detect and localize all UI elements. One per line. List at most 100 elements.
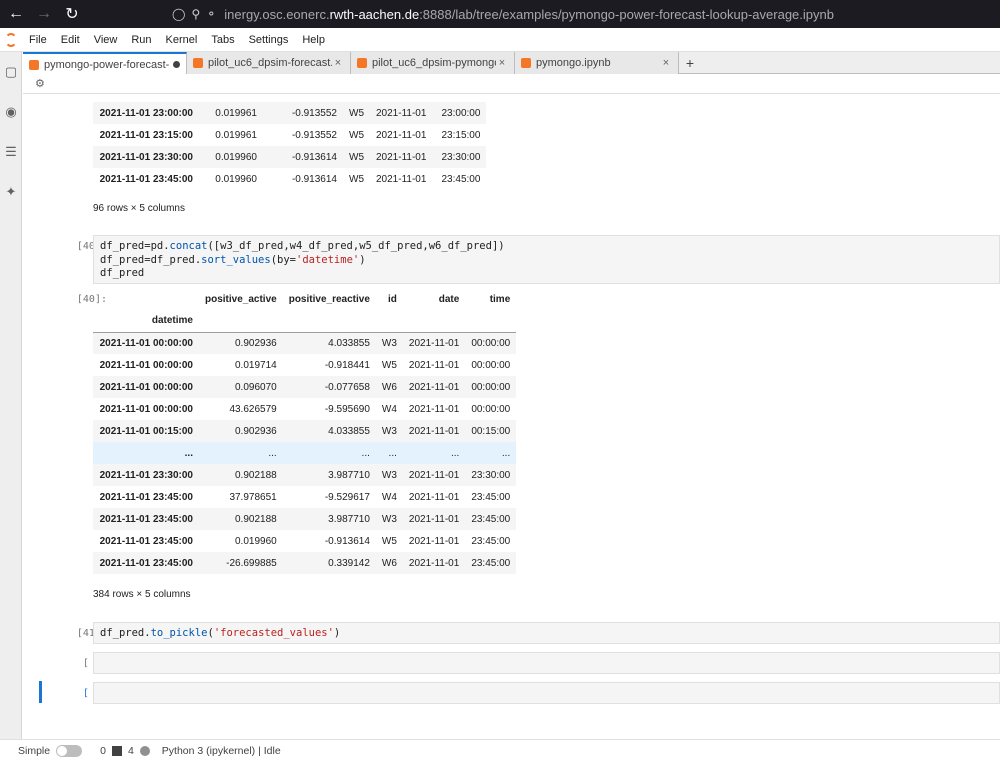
tab-pymongo-power-forecast[interactable]: pymongo-power-forecast-lc bbox=[23, 52, 187, 75]
menu-edit[interactable]: Edit bbox=[54, 28, 87, 52]
menu-bar: File Edit View Run Kernel Tabs Settings … bbox=[0, 28, 1000, 52]
table-cell: -9.595690 bbox=[324, 403, 370, 415]
table-cell: 0.902188 bbox=[235, 513, 277, 525]
menu-file[interactable]: File bbox=[22, 28, 54, 52]
tab-pilot-uc6-dpsim-pymongo[interactable]: pilot_uc6_dpsim-pymongo.i × bbox=[351, 52, 515, 74]
kernel-status[interactable]: Python 3 (ipykernel) | Idle bbox=[162, 745, 281, 757]
forward-arrow-icon[interactable]: → bbox=[32, 2, 56, 26]
menu-tabs[interactable]: Tabs bbox=[204, 28, 241, 52]
folder-icon[interactable]: ▢ bbox=[0, 52, 22, 92]
table-cell: 00:00:00 bbox=[471, 359, 511, 371]
table-cell: 23:45:00 bbox=[471, 491, 511, 503]
table-cell: W5 bbox=[349, 151, 364, 163]
reload-icon[interactable]: ↻ bbox=[60, 2, 84, 26]
column-header: date bbox=[438, 293, 460, 305]
extension-icon[interactable]: ✦ bbox=[0, 172, 22, 212]
table-cell: -0.077658 bbox=[324, 381, 370, 393]
row-index: 2021-11-01 00:00:00 bbox=[99, 381, 193, 393]
table-cell: 2021-11-01 bbox=[376, 107, 427, 119]
lock-icon: ⚲ bbox=[191, 7, 201, 21]
close-icon[interactable]: × bbox=[660, 57, 672, 69]
row-index: 2021-11-01 23:45:00 bbox=[99, 557, 193, 569]
close-icon[interactable]: × bbox=[332, 57, 344, 69]
table-row: 2021-11-01 23:45:00 0.019960 -0.913614 W5 20… bbox=[93, 530, 516, 552]
url-host: rwth-aachen.de bbox=[329, 6, 420, 22]
back-arrow-icon[interactable]: ← bbox=[4, 2, 28, 26]
tab-pilot-uc6-dpsim-forecast[interactable]: pilot_uc6_dpsim-forecast.ip × bbox=[187, 52, 351, 74]
code-cell-40[interactable]: df_pred=pd.concat([w3_df_pred,w4_df_pred… bbox=[93, 235, 1000, 284]
column-header: positive_active bbox=[205, 293, 277, 305]
table-cell: ... bbox=[501, 447, 511, 459]
row-index: 2021-11-01 23:45:00 bbox=[99, 513, 193, 525]
column-header: id bbox=[388, 293, 397, 305]
table-cell: 23:15:00 bbox=[441, 129, 481, 141]
add-tab-icon[interactable]: + bbox=[679, 52, 701, 73]
code-line: df_pred bbox=[100, 267, 145, 279]
empty-code-cell[interactable] bbox=[93, 652, 1000, 674]
row-index: 2021-11-01 23:30:00 bbox=[99, 469, 193, 481]
code-line: df_pred=df_pred.sort_values(by='datetime… bbox=[100, 253, 366, 266]
notebook-panel: 2021-11-01 23:00:00 0.019961 -0.913552 W5 20… bbox=[23, 95, 1000, 739]
tab-label: pilot_uc6_dpsim-pymongo.i bbox=[372, 57, 496, 69]
terminal-icon bbox=[111, 746, 122, 756]
table-cell: W6 bbox=[381, 381, 397, 393]
table-cell: 23:30:00 bbox=[471, 469, 511, 481]
url-suffix: :8888/lab/tree/examples/pymongo-power-fo… bbox=[419, 6, 834, 22]
table-row: 2021-11-01 23:30:00 0.019960 -0.913614 W5 20… bbox=[93, 146, 487, 168]
table-cell: 0.902188 bbox=[235, 469, 277, 481]
table-cell: 00:15:00 bbox=[471, 425, 511, 437]
table-cell: 2021-11-01 bbox=[408, 403, 460, 415]
table-cell: 00:00:00 bbox=[471, 337, 511, 349]
table-cell: 4.033855 bbox=[328, 425, 370, 437]
table-cell: 0.096070 bbox=[235, 381, 277, 393]
menu-help[interactable]: Help bbox=[295, 28, 332, 52]
table-cell: ... bbox=[388, 447, 397, 459]
row-index: 2021-11-01 23:00:00 bbox=[99, 107, 193, 119]
unsaved-dot-icon[interactable] bbox=[173, 61, 180, 68]
table-row: 2021-11-01 23:45:00 -26.699885 0.339142 W6 2… bbox=[93, 552, 517, 574]
table-cell: 2021-11-01 bbox=[376, 151, 427, 163]
menu-view[interactable]: View bbox=[87, 28, 125, 52]
debugger-icon[interactable]: ⚙ bbox=[35, 77, 45, 90]
table-cell: -0.913552 bbox=[291, 107, 337, 119]
active-empty-code-cell[interactable] bbox=[93, 682, 1000, 704]
notebook-icon bbox=[521, 58, 531, 68]
table-row: 2021-11-01 23:45:00 37.978651 -9.529617 W4 2… bbox=[93, 486, 516, 508]
simple-mode-toggle[interactable] bbox=[56, 745, 83, 757]
status-bar: Simple 0 4 Python 3 (ipykernel) | Idle bbox=[0, 739, 1000, 762]
table-cell: 2021-11-01 bbox=[408, 381, 460, 393]
table-cell: 23:45:00 bbox=[471, 557, 511, 569]
code-cell-41[interactable]: df_pred.to_pickle('forecasted_values') bbox=[93, 622, 1000, 644]
table-cell: W3 bbox=[381, 469, 397, 481]
menu-kernel[interactable]: Kernel bbox=[159, 28, 205, 52]
running-icon[interactable]: ◉ bbox=[0, 92, 22, 132]
table-row: 2021-11-01 23:45:00 0.019960 -0.913614 W5 20… bbox=[93, 168, 486, 190]
address-bar[interactable]: ◯ ⚲ ⚬ inergy.osc.eonerc. rwth-aachen.de:8… bbox=[172, 3, 834, 25]
row-index: 2021-11-01 00:00:00 bbox=[99, 359, 193, 371]
table-cell: -0.913552 bbox=[291, 129, 337, 141]
table-cell: 2021-11-01 bbox=[408, 425, 460, 437]
code-line: df_pred=pd.concat([w3_df_pred,w4_df_pred… bbox=[100, 240, 505, 252]
terminals-count: 0 bbox=[100, 745, 106, 757]
menu-run[interactable]: Run bbox=[124, 28, 158, 52]
menu-settings[interactable]: Settings bbox=[242, 28, 296, 52]
dataframe-summary: 384 rows × 5 columns bbox=[93, 589, 191, 600]
table-cell: 43.626579 bbox=[229, 403, 277, 415]
row-index: 2021-11-01 00:00:00 bbox=[99, 403, 193, 415]
notebook-icon bbox=[29, 59, 39, 70]
key-icon: ⚬ bbox=[206, 7, 217, 21]
table-cell: 23:45:00 bbox=[441, 173, 481, 185]
table-cell: 2021-11-01 bbox=[408, 491, 460, 503]
index-name-row: datetime bbox=[93, 310, 517, 332]
tab-pymongo[interactable]: pymongo.ipynb × bbox=[515, 52, 679, 74]
close-icon[interactable]: × bbox=[496, 57, 508, 69]
table-cell: -0.913614 bbox=[291, 173, 337, 185]
toc-icon[interactable]: ☰ bbox=[0, 132, 22, 172]
table-cell: W5 bbox=[349, 107, 364, 119]
notebook-icon bbox=[193, 58, 203, 68]
table-cell: 2021-11-01 bbox=[408, 535, 460, 547]
row-index: 2021-11-01 00:15:00 bbox=[99, 425, 193, 437]
table-row: 2021-11-01 23:45:00 0.902188 3.987710 W3 202… bbox=[93, 508, 517, 530]
table-cell: 2021-11-01 bbox=[376, 173, 427, 185]
table-row: 2021-11-01 23:00:00 0.019961 -0.913552 W5 20… bbox=[93, 102, 487, 124]
